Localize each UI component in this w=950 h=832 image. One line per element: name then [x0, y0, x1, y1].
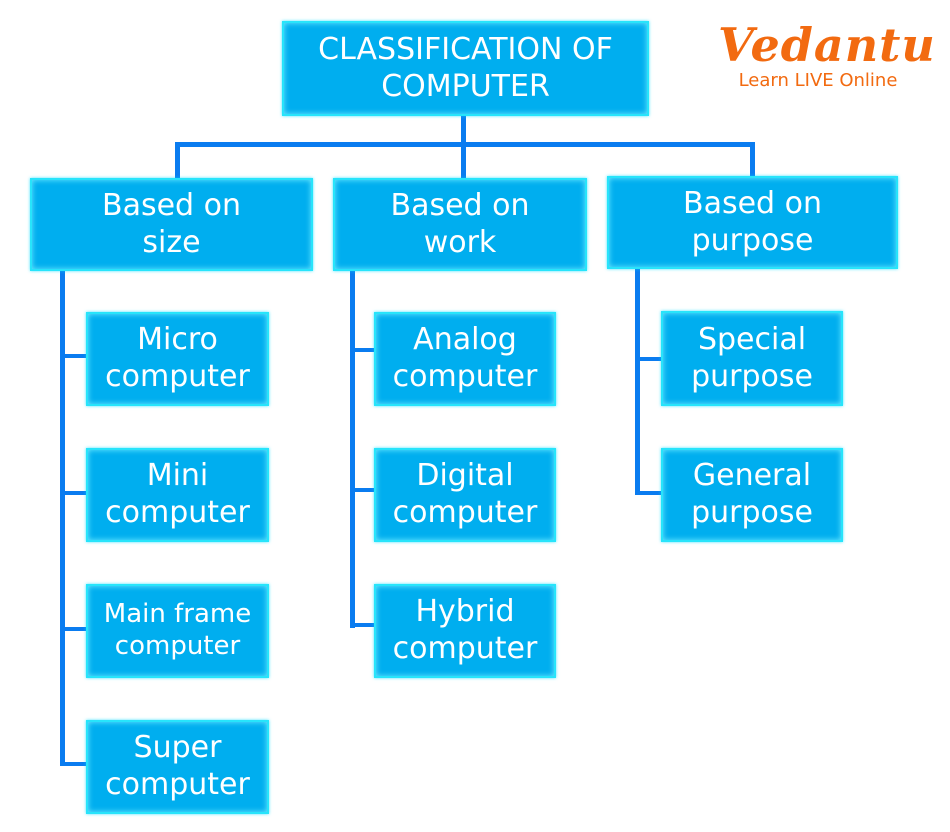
leaf-general-purpose: General purpose [661, 448, 843, 542]
connector-purpose-trunk [635, 268, 640, 495]
leaf-digital-computer: Digital computer [374, 448, 556, 542]
logo-tagline: Learn LIVE Online [738, 70, 898, 91]
connector-mini [60, 491, 88, 495]
leaf-label: Super computer [105, 730, 250, 802]
leaf-mini-computer: Mini computer [86, 448, 269, 542]
leaf-mainframe-computer: Main frame computer [86, 584, 269, 678]
category-label: Based on work [390, 187, 530, 260]
connector-size-down [175, 142, 180, 178]
category-label: Based on size [102, 187, 241, 260]
leaf-label: Micro computer [105, 322, 250, 394]
connector-special [635, 357, 663, 361]
connector-mainframe [60, 627, 88, 631]
category-purpose: Based on purpose [607, 176, 898, 269]
leaf-label: Digital computer [392, 458, 538, 530]
connector-digital [350, 488, 376, 492]
connector-general [635, 491, 663, 495]
connector-size-trunk [60, 270, 65, 765]
vedantu-logo: Vedantu Learn LIVE Online [718, 18, 936, 91]
leaf-analog-computer: Analog computer [374, 312, 556, 406]
connector-work-trunk [350, 270, 355, 628]
leaf-label: Mini computer [105, 458, 250, 530]
connector-hybrid [350, 623, 376, 627]
connector-purpose-down [750, 142, 755, 178]
leaf-label: Main frame computer [103, 599, 252, 661]
leaf-hybrid-computer: Hybrid computer [374, 584, 556, 678]
connector-micro [60, 354, 88, 358]
connector-super [60, 762, 88, 766]
root-title: CLASSIFICATION OF COMPUTER [318, 31, 613, 104]
leaf-label: Special purpose [691, 321, 813, 394]
leaf-micro-computer: Micro computer [86, 312, 269, 406]
category-work: Based on work [333, 178, 587, 271]
leaf-super-computer: Super computer [86, 720, 269, 814]
root-node: CLASSIFICATION OF COMPUTER [282, 21, 649, 116]
leaf-special-purpose: Special purpose [661, 311, 843, 406]
leaf-label: Analog computer [392, 322, 538, 394]
category-size: Based on size [30, 178, 313, 271]
leaf-label: General purpose [691, 458, 813, 530]
category-label: Based on purpose [683, 185, 822, 258]
connector-analog [350, 348, 376, 352]
leaf-label: Hybrid computer [392, 594, 538, 666]
connector-work-down [461, 142, 466, 178]
logo-brand: Vedantu [718, 18, 936, 72]
